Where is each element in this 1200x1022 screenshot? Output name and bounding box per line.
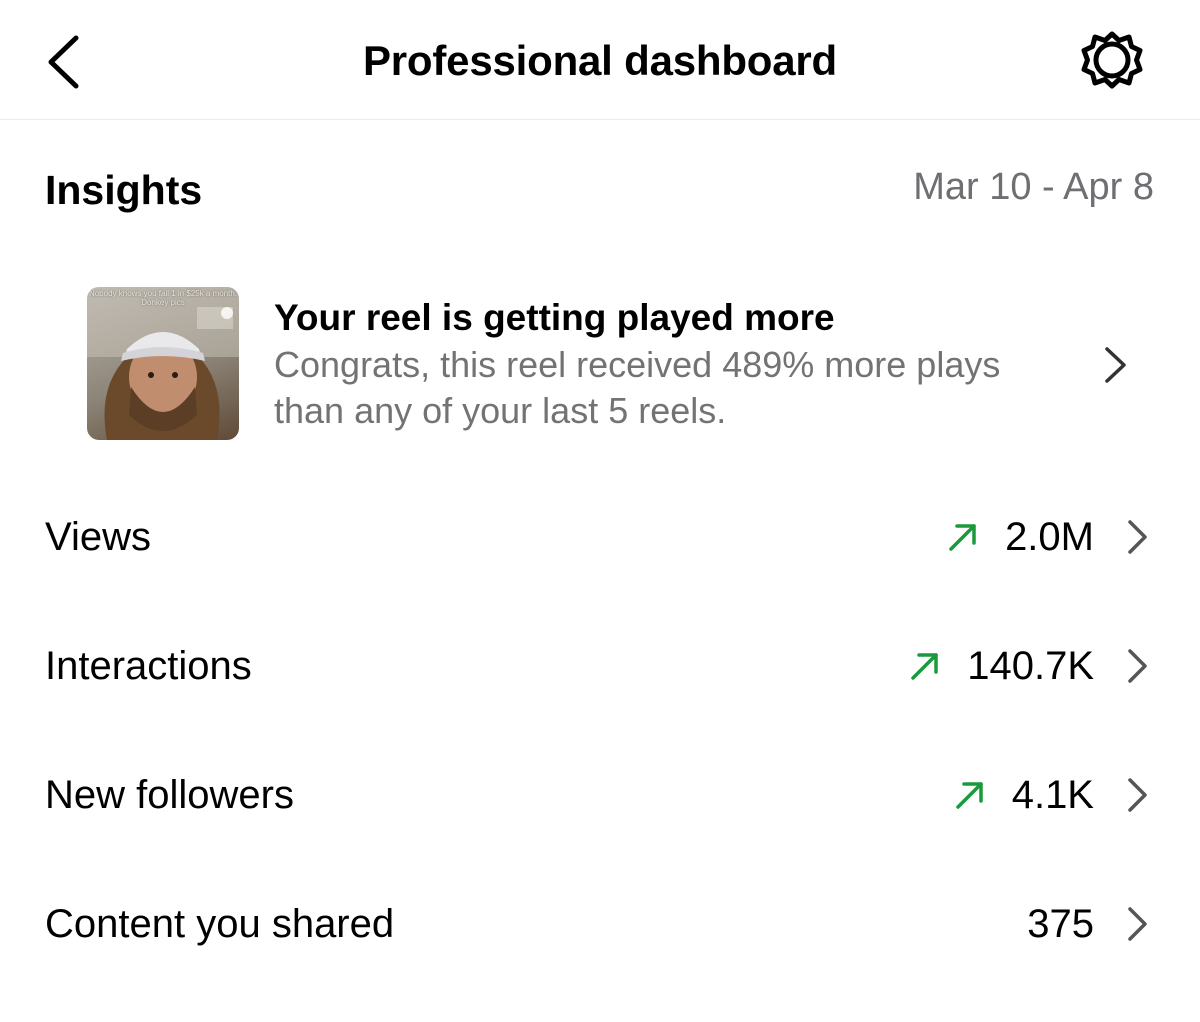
metric-value: 140.7K	[967, 644, 1094, 688]
metric-value: 2.0M	[1005, 515, 1094, 559]
chevron-right-icon	[1128, 649, 1147, 683]
metric-value: 4.1K	[1011, 773, 1094, 817]
chevron-right-icon	[1128, 778, 1147, 812]
trend-up-arrow-icon	[955, 782, 983, 809]
metric-label: Views	[45, 515, 151, 559]
reel-insight-card[interactable]: Nobody knows you fail 1 in $25k a month.…	[0, 270, 1200, 460]
metric-row-interactions[interactable]: Interactions 140.7K	[0, 616, 1200, 716]
reel-thumbnail: Nobody knows you fail 1 in $25k a month.…	[87, 287, 239, 440]
reel-insight-description: Congrats, this reel received 489% more p…	[274, 344, 1001, 431]
chevron-right-icon	[1128, 907, 1147, 941]
reel-thumbnail-image	[87, 287, 239, 440]
top-bar: Professional dashboard	[0, 0, 1200, 120]
date-range[interactable]: Mar 10 - Apr 8	[913, 163, 1154, 211]
metric-label: Interactions	[45, 644, 252, 688]
trend-up-arrow-icon	[911, 653, 938, 680]
metric-row-views[interactable]: Views 2.0M	[0, 487, 1200, 587]
metric-label: New followers	[45, 773, 294, 817]
chevron-right-icon	[1128, 520, 1147, 554]
reel-insight-title: Your reel is getting played more	[274, 297, 835, 338]
metric-row-content-you-shared[interactable]: Content you shared 375	[0, 874, 1200, 974]
trend-up-arrow-icon	[949, 524, 976, 551]
chevron-right-icon	[1105, 347, 1126, 383]
page-title: Professional dashboard	[362, 37, 838, 84]
metric-value: 375	[1027, 902, 1094, 946]
metric-label: Content you shared	[45, 902, 395, 946]
gear-icon	[1081, 31, 1143, 89]
settings-button[interactable]	[1076, 26, 1148, 98]
metric-row-new-followers[interactable]: New followers 4.1K	[0, 745, 1200, 845]
insights-heading: Insights	[45, 167, 203, 213]
